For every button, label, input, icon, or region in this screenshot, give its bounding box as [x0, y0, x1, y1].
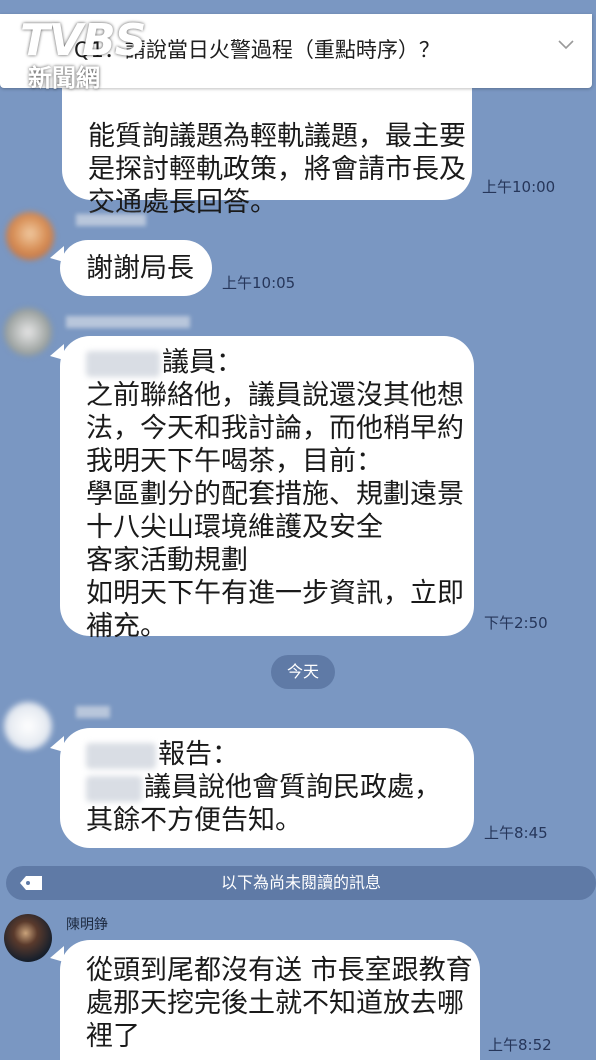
message-time: 下午2:50 — [484, 614, 548, 632]
message-time: 上午8:45 — [484, 824, 548, 842]
message-line: 如明天下午有進一步資訊，立即 — [86, 578, 464, 609]
redacted-name — [86, 350, 160, 377]
message-line: 法，今天和我討論，而他稍早約 — [86, 413, 464, 444]
logo-sub: 新聞網 — [28, 64, 100, 92]
message-text: 議員說他會質詢民政處， — [144, 772, 441, 803]
chevron-down-icon[interactable] — [558, 36, 574, 52]
message-line: 之前聯絡他，議員說還沒其他想 — [86, 380, 464, 411]
sender-name-redacted — [76, 214, 146, 226]
message-bubble-3[interactable]: 議員： 之前聯絡他，議員說還沒其他想 法，今天和我討論，而他稍早約 我明天下午喝… — [60, 336, 474, 642]
message-line: 補充。 — [86, 611, 167, 642]
unread-notice: 以下為尚未閱讀的訊息 — [220, 873, 381, 892]
message-line: 是探討輕軌政策，將會請市長及 — [88, 154, 466, 185]
sender-name: 陳明錚 — [66, 917, 108, 933]
avatar[interactable] — [6, 212, 54, 260]
message-line: 學區劃分的配套措施、規劃遠景 — [86, 479, 464, 510]
message-line-body: 議員說他會質詢民政處， — [86, 771, 474, 804]
message-line: 從頭到尾都沒有送 市長室跟教育 — [86, 955, 473, 986]
message-line: 處那天挖完後土就不知道放去哪 — [86, 988, 464, 1019]
avatar[interactable] — [4, 702, 52, 750]
message-time: 上午10:00 — [482, 178, 556, 196]
logo-brand: TVBS — [20, 15, 146, 66]
message-line-header: 議員： — [86, 346, 474, 379]
message-line: 能質詢議題為輕軌議題，最主要 — [88, 121, 466, 152]
message-line: 裡了 — [86, 1021, 140, 1052]
unread-divider[interactable]: 以下為尚未閱讀的訊息 — [6, 866, 596, 900]
redacted-name — [86, 775, 142, 802]
sender-name-redacted — [76, 706, 110, 718]
sender-name-redacted — [66, 316, 190, 328]
message-text: 謝謝局長 — [86, 253, 194, 284]
message-bubble-2[interactable]: 謝謝局長 — [60, 240, 212, 296]
avatar[interactable] — [4, 914, 52, 962]
redacted-name — [86, 742, 156, 769]
message-line: 客家活動規劃 — [86, 545, 248, 576]
message-line: 我明天下午喝茶，目前： — [86, 446, 383, 477]
day-separator: 今天 — [271, 655, 335, 689]
message-bubble-5[interactable]: 從頭到尾都沒有送 市長室跟教育 處那天挖完後土就不知道放去哪 裡了 — [60, 940, 480, 1060]
message-line-header: 報告： — [86, 738, 474, 771]
message-text: 報告： — [158, 739, 239, 770]
message-bubble-4[interactable]: 報告： 議員說他會質詢民政處， 其餘不方便告知。 — [60, 728, 474, 848]
avatar[interactable] — [4, 308, 52, 356]
message-time: 上午8:52 — [488, 1036, 552, 1054]
message-line: 其餘不方便告知。 — [86, 805, 302, 836]
message-text: 議員： — [162, 347, 243, 378]
tvbs-logo: TVBS 新聞網 — [20, 15, 146, 93]
message-time: 上午10:05 — [222, 274, 296, 292]
message-line: 十八尖山環境維護及安全 — [86, 512, 383, 543]
